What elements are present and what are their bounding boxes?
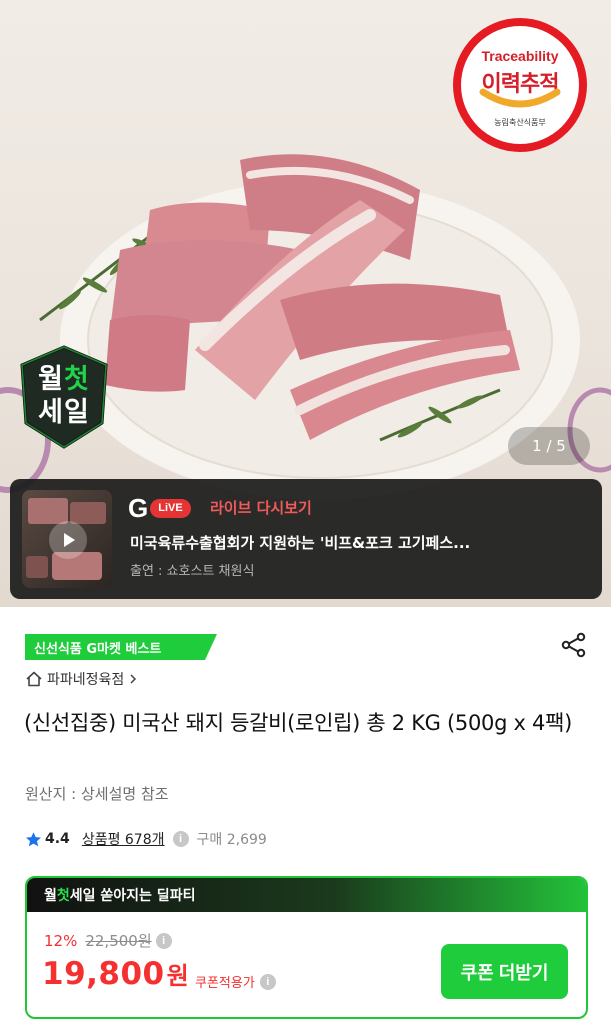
- deal-box: 월 첫 세일 쏟아지는 딜파티 12% 22,500원 i 19,800 원 쿠폰적용…: [25, 876, 588, 1019]
- deal-header-b: 첫: [56, 888, 70, 904]
- home-icon: [26, 671, 42, 687]
- chevron-right-icon: [130, 674, 137, 684]
- play-button[interactable]: [49, 521, 87, 559]
- store-link[interactable]: 파파네정육점: [25, 668, 138, 690]
- play-icon: [64, 533, 75, 547]
- monthly-sale-line1a: 월: [38, 364, 64, 395]
- g-live-logo: G LiVE: [128, 492, 191, 523]
- traceability-en: Traceability: [481, 48, 559, 64]
- best-tag-label: 신선식품 G마켓 베스트: [34, 642, 162, 657]
- traceability-ministry: 농림축산식품부: [494, 118, 546, 127]
- more-coupon-button[interactable]: 쿠폰 더받기: [441, 944, 568, 999]
- review-count-link[interactable]: 상품평 678개: [82, 829, 165, 849]
- deal-header: 월 첫 세일 쏟아지는 딜파티: [27, 878, 586, 912]
- sale-price: 19,800 원: [42, 956, 189, 992]
- traceability-badge: Traceability 이력추적 농림축산식품부: [453, 18, 587, 152]
- monthly-sale-line2: 세일: [38, 397, 90, 428]
- live-replay-label[interactable]: 라이브 다시보기: [210, 497, 312, 518]
- product-origin: 원산지 : 상세설명 참조: [25, 785, 169, 803]
- best-tag[interactable]: 신선식품 G마켓 베스트: [25, 634, 217, 660]
- live-title[interactable]: 미국육류수출협회가 지원하는 '비프&포크 고기페스...: [130, 532, 590, 553]
- rating-value: 4.4: [45, 831, 70, 847]
- share-button[interactable]: [557, 628, 591, 662]
- deal-header-a: 월: [44, 888, 57, 904]
- discount-row: 12% 22,500원 i: [44, 930, 172, 951]
- live-thumbnail[interactable]: [22, 490, 112, 588]
- info-icon[interactable]: i: [172, 831, 189, 847]
- monthly-sale-badge: 월첫 세일: [16, 343, 112, 451]
- product-title: (신선집중) 미국산 돼지 등갈비(로인립) 총 2 KG (500g x 4팩…: [24, 711, 572, 735]
- live-replay-card[interactable]: G LiVE 라이브 다시보기 미국육류수출협회가 지원하는 '비프&포크 고기…: [10, 479, 602, 599]
- original-price: 22,500원: [85, 932, 152, 950]
- g-logo-letter: G: [128, 492, 149, 523]
- price-info-icon[interactable]: i: [155, 932, 172, 949]
- purchase-count: 구매 2,699: [196, 832, 267, 848]
- discount-percent: 12%: [44, 931, 78, 950]
- page-indicator: 1 / 5: [508, 427, 590, 465]
- coupon-price-note: 쿠폰적용가 i: [195, 972, 276, 991]
- coupon-note-label: 쿠폰적용가: [195, 976, 255, 991]
- coupon-info-icon[interactable]: i: [259, 973, 276, 990]
- sale-price-value: 19,800: [42, 956, 165, 992]
- share-icon: [561, 632, 586, 658]
- store-name: 파파네정육점: [47, 672, 125, 688]
- monthly-sale-line1b: 첫: [64, 364, 90, 395]
- live-pill: LiVE: [150, 498, 191, 518]
- live-host: 출연 : 쇼호스트 채원식: [130, 564, 255, 579]
- rating-row: 4.4 상품평 678개 i 구매 2,699: [25, 828, 267, 850]
- sale-price-unit: 원: [166, 962, 190, 990]
- star-icon: [26, 831, 41, 846]
- traceability-swoosh-icon: [479, 88, 561, 108]
- deal-header-c: 세일 쏟아지는 딜파티: [69, 888, 196, 904]
- product-image-carousel[interactable]: Traceability 이력추적 농림축산식품부 월첫 세일 1 / 5 G …: [0, 0, 611, 607]
